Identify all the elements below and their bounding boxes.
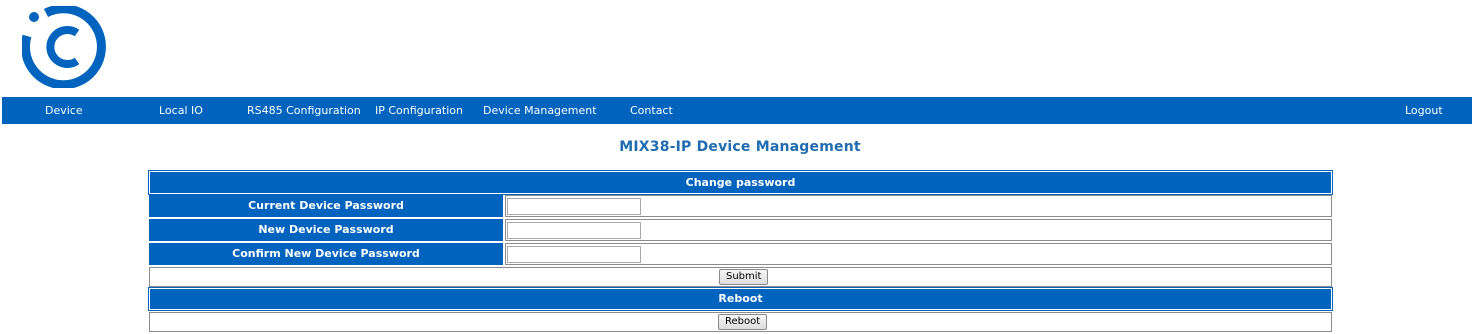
confirm-password-row: Confirm New Device Password	[149, 243, 1332, 265]
new-password-input[interactable]	[507, 222, 641, 239]
current-password-input[interactable]	[507, 198, 641, 215]
reboot-header: Reboot	[148, 287, 1333, 311]
submit-row: Submit	[149, 267, 1332, 287]
nav-item-ip-configuration[interactable]: IP Configuration	[375, 97, 463, 124]
nav-item-device-management[interactable]: Device Management	[483, 97, 597, 124]
confirm-password-input[interactable]	[507, 246, 641, 263]
confirm-password-cell	[505, 243, 1332, 265]
nav-item-rs485-configuration[interactable]: RS485 Configuration	[247, 97, 361, 124]
new-password-cell	[505, 219, 1332, 241]
current-password-label: Current Device Password	[149, 195, 503, 217]
reboot-row: Reboot	[149, 312, 1332, 332]
page-title: MIX38-IP Device Management	[619, 139, 861, 155]
logo-icon	[20, 4, 106, 90]
logo	[20, 4, 108, 90]
confirm-password-label: Confirm New Device Password	[149, 243, 503, 265]
new-password-label: New Device Password	[149, 219, 503, 241]
nav-item-local-io[interactable]: Local IO	[159, 97, 203, 124]
nav-item-device[interactable]: Device	[45, 97, 83, 124]
reboot-button[interactable]: Reboot	[718, 314, 768, 330]
current-password-cell	[505, 195, 1332, 217]
new-password-row: New Device Password	[149, 219, 1332, 241]
change-password-header: Change password	[148, 170, 1333, 195]
logout-link[interactable]: Logout	[1405, 97, 1443, 124]
submit-button[interactable]: Submit	[719, 269, 769, 285]
nav-item-contact[interactable]: Contact	[630, 97, 673, 124]
current-password-row: Current Device Password	[149, 195, 1332, 217]
top-navbar: Device Local IO RS485 Configuration IP C…	[2, 97, 1472, 124]
